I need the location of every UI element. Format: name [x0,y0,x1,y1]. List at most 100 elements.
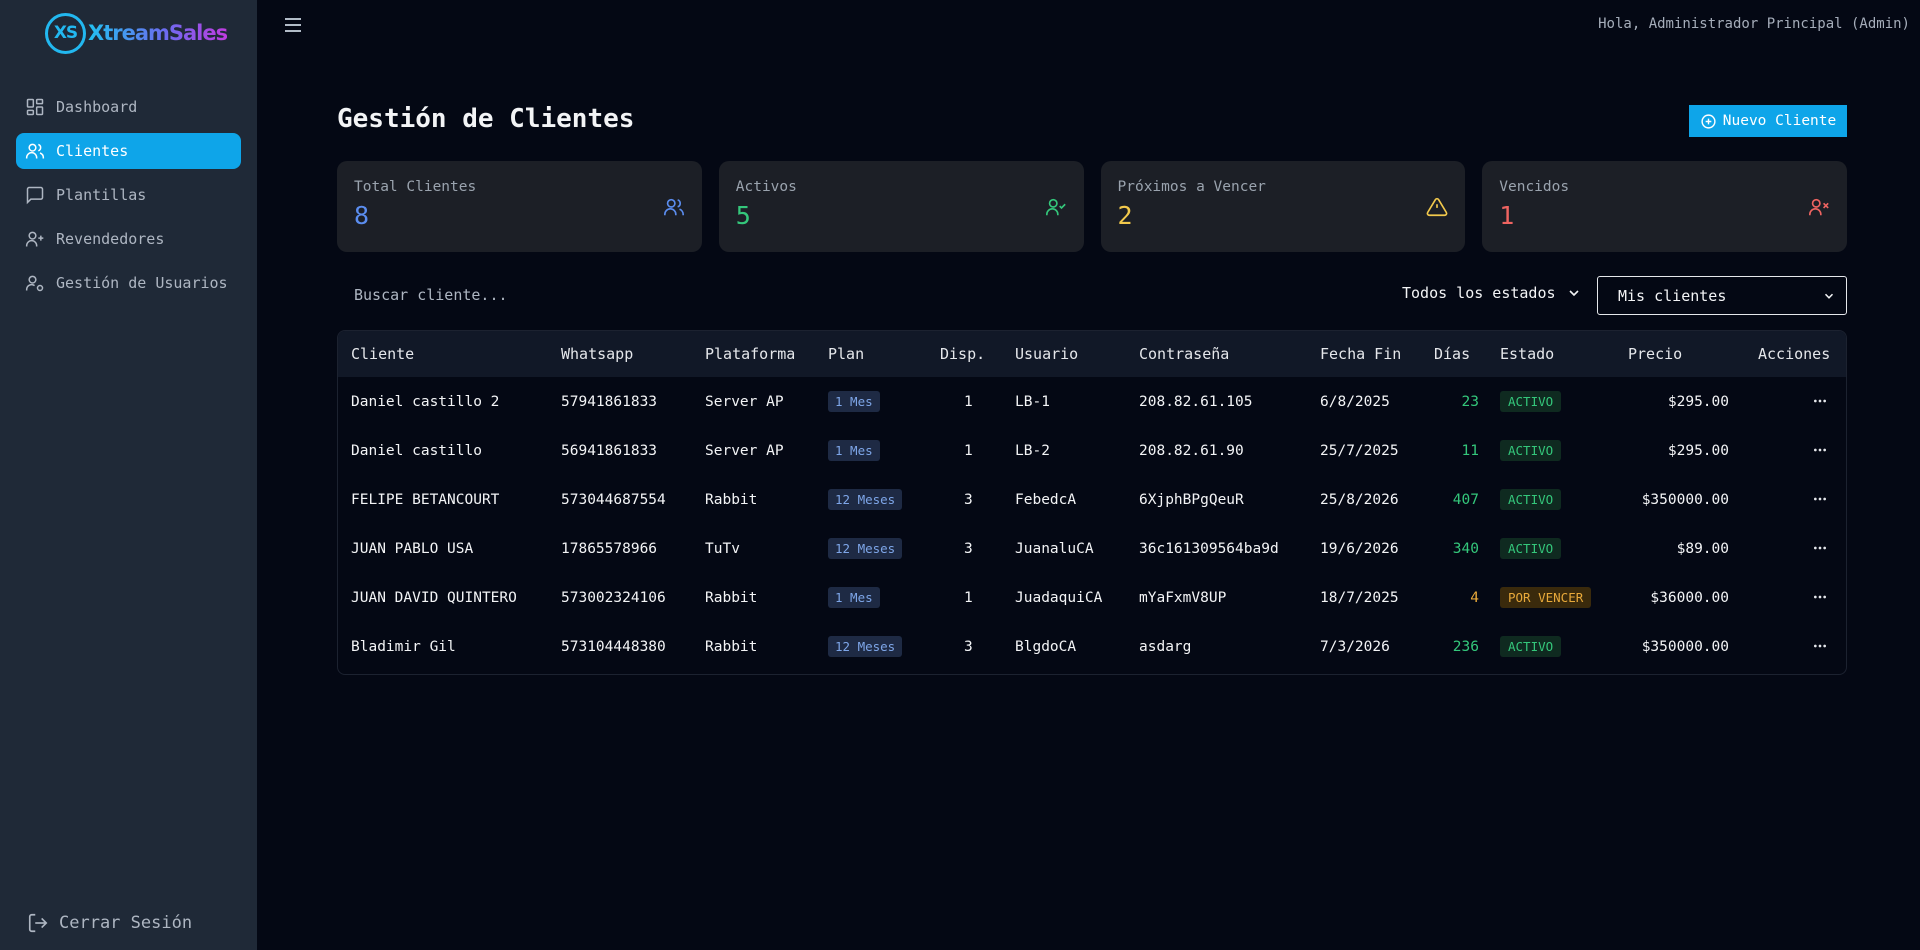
sidebar-item-label: Dashboard [56,98,138,116]
row-actions-button[interactable] [1812,442,1828,462]
brand-name: XtreamSales [88,21,228,45]
table-row[interactable]: JUAN DAVID QUINTERO 573002324106 Rabbit … [338,573,1846,622]
sidebar-item-label: Plantillas [56,186,147,204]
cell-cliente: Daniel castillo 2 [351,393,500,410]
cell-whatsapp: 573104448380 [561,638,666,655]
cell-usuario: LB-2 [1015,442,1050,459]
owner-filter-select[interactable]: Mis clientes [1597,276,1847,315]
status-badge-cell: ACTIVO [1500,636,1562,657]
cell-precio: $295.00 [1667,393,1729,410]
column-header[interactable]: Estado [1500,345,1554,363]
table-row[interactable]: Daniel castillo 2 57941861833 Server AP … [338,377,1846,426]
sidebar-nav: Dashboard Clientes Plantillas Revendedor… [16,89,241,309]
cell-dias: 236 [1452,638,1479,655]
stat-card-vencidos: Vencidos 1 [1482,161,1847,252]
column-header[interactable]: Días [1434,345,1470,363]
sidebar-item-gestion-usuarios[interactable]: Gestión de Usuarios [16,265,241,301]
cell-dias: 23 [1461,393,1479,410]
clients-table: Cliente Whatsapp Plataforma Plan Disp. U… [337,330,1847,675]
cell-cliente: Bladimir Gil [351,638,456,655]
stat-value: 5 [735,201,751,230]
cell-usuario: FebedcA [1015,491,1077,508]
sidebar-item-plantillas[interactable]: Plantillas [16,177,241,213]
cell-disp: 1 [964,589,973,606]
status-badge: ACTIVO [1500,636,1562,657]
cell-contrasena: mYaFxmV8UP [1139,589,1227,606]
status-badge: ACTIVO [1500,489,1562,510]
column-header[interactable]: Plataforma [705,345,795,363]
row-actions-button[interactable] [1812,540,1828,560]
column-header[interactable]: Contraseña [1139,345,1229,363]
plan-badge: 12 Meses [828,538,903,559]
cell-contrasena: 6XjphBPgQeuR [1139,491,1244,508]
logout-icon [28,913,48,933]
table-row[interactable]: Daniel castillo 56941861833 Server AP 1 … [338,426,1846,475]
cell-plataforma: TuTv [705,540,740,557]
table-row[interactable]: FELIPE BETANCOURT 573044687554 Rabbit 12… [338,475,1846,524]
state-filter-value: Todos los estados [1402,284,1556,302]
new-client-button[interactable]: Nuevo Cliente [1689,105,1847,137]
row-actions-button[interactable] [1812,589,1828,609]
column-header[interactable]: Precio [1628,345,1682,363]
sidebar-item-dashboard[interactable]: Dashboard [16,89,241,125]
cell-cliente: JUAN PABLO USA [351,540,474,557]
column-header[interactable]: Disp. [940,345,985,363]
stat-value: 8 [354,201,370,230]
plan-badge: 12 Meses [828,489,903,510]
stat-label: Total Clientes [354,179,477,195]
table-body: Daniel castillo 2 57941861833 Server AP … [338,377,1846,671]
stat-card-proximos: Próximos a Vencer 2 [1100,161,1466,252]
column-header[interactable]: Fecha Fin [1320,345,1401,363]
column-header[interactable]: Usuario [1015,345,1078,363]
cell-usuario: BlgdoCA [1015,638,1077,655]
stat-label: Próximos a Vencer [1117,179,1266,195]
plan-badge-cell: 12 Meses [828,489,903,510]
user-check-icon [1045,198,1066,216]
cell-cliente: JUAN DAVID QUINTERO [351,589,517,606]
search-input[interactable] [343,281,763,309]
more-horizontal-icon [1814,448,1826,452]
logout-button[interactable]: Cerrar Sesión [27,912,192,934]
more-horizontal-icon [1814,497,1826,501]
sidebar-item-clientes[interactable]: Clientes [16,133,241,169]
plan-badge-cell: 12 Meses [828,636,903,657]
cell-cliente: Daniel castillo [351,442,482,459]
stat-card-total: Total Clientes 8 [337,161,702,252]
cell-precio: $89.00 [1676,540,1729,557]
column-header[interactable]: Plan [828,345,864,363]
hamburger-menu-icon[interactable] [281,13,305,37]
row-actions-button[interactable] [1812,393,1828,413]
status-badge-cell: ACTIVO [1500,538,1562,559]
table-header: Cliente Whatsapp Plataforma Plan Disp. U… [338,331,1846,377]
status-badge: POR VENCER [1500,587,1592,608]
cell-usuario: JuadaquiCA [1015,589,1103,606]
logout-label: Cerrar Sesión [59,913,193,933]
column-header[interactable]: Cliente [351,345,414,363]
sidebar-item-revendedores[interactable]: Revendedores [16,221,241,257]
status-badge-cell: POR VENCER [1500,587,1592,608]
brand-logo[interactable]: XS XtreamSales [45,12,228,54]
cell-whatsapp: 56941861833 [561,442,658,459]
table-row[interactable]: Bladimir Gil 573104448380 Rabbit 12 Mese… [338,622,1846,671]
cell-disp: 3 [964,540,973,557]
plan-badge: 1 Mes [828,391,880,412]
column-header[interactable]: Acciones [1758,345,1830,363]
cell-fecha-fin: 25/7/2025 [1320,442,1399,459]
cell-precio: $295.00 [1667,442,1729,459]
chevron-down-icon [1568,290,1579,297]
status-badge-cell: ACTIVO [1500,391,1562,412]
row-actions-button[interactable] [1812,638,1828,658]
cell-usuario: JuanaluCA [1015,540,1094,557]
message-icon [26,186,44,205]
plan-badge-cell: 1 Mes [828,440,880,461]
table-row[interactable]: JUAN PABLO USA 17865578966 TuTv 12 Meses… [338,524,1846,573]
cell-plataforma: Server AP [705,442,784,459]
state-filter-select[interactable]: Todos los estados [1402,284,1582,302]
stats-cards: Total Clientes 8 Activos 5 Próximos a Ve… [337,161,1847,252]
status-badge: ACTIVO [1500,440,1562,461]
sidebar-item-label: Clientes [56,142,129,160]
page-title: Gestión de Clientes [337,104,635,134]
row-actions-button[interactable] [1812,491,1828,511]
cell-usuario: LB-1 [1015,393,1050,410]
column-header[interactable]: Whatsapp [561,345,633,363]
